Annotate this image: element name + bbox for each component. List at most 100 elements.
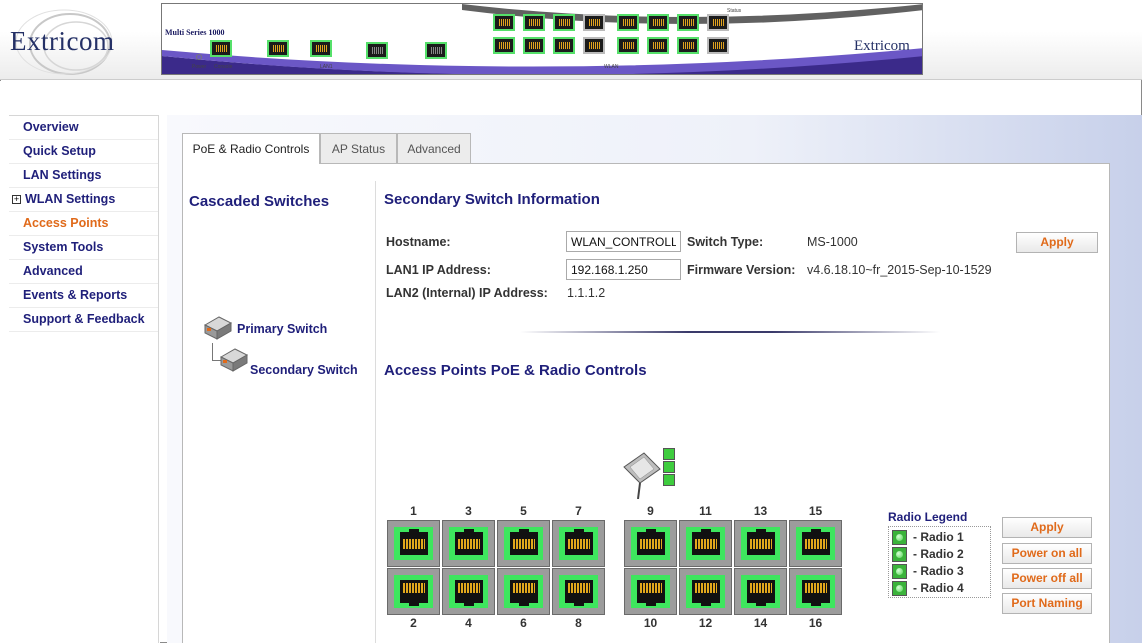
legend-item: - Radio 3 [891, 563, 989, 580]
panel-port [647, 14, 669, 31]
poe-port-16[interactable] [789, 568, 842, 615]
sidebar-item-overview[interactable]: Overview [9, 116, 158, 140]
legend-label: - Radio 4 [913, 581, 964, 595]
poe-port-6[interactable] [497, 568, 550, 615]
sidebar-item-wlan-settings[interactable]: + WLAN Settings [9, 188, 158, 212]
port-number: 10 [643, 616, 658, 630]
sidebar-item-lan-settings[interactable]: LAN Settings [9, 164, 158, 188]
poe-port-5[interactable] [497, 520, 550, 567]
poe-port-7[interactable] [552, 520, 605, 567]
port-number: 6 [520, 616, 527, 630]
tab-advanced[interactable]: Advanced [397, 133, 471, 163]
logo-text: Extricom [10, 26, 115, 56]
tab-ap-status[interactable]: AP Status [320, 133, 397, 163]
sidebar-item-access-points[interactable]: Access Points [9, 212, 158, 236]
port-number: 7 [575, 504, 582, 518]
sidebar-item-label: Quick Setup [23, 144, 96, 158]
header: Extricom Multi Series 1000 Power Console… [0, 0, 1142, 80]
sidebar-item-quick-setup[interactable]: Quick Setup [9, 140, 158, 164]
legend-label: - Radio 1 [913, 530, 964, 544]
poe-port-15[interactable] [789, 520, 842, 567]
panel-brand-label: Extricom [854, 38, 910, 54]
panel-port [493, 14, 515, 31]
switch-icon [203, 316, 233, 340]
port-number: 8 [575, 616, 582, 630]
legend-label: - Radio 2 [913, 547, 964, 561]
panel-port [523, 14, 545, 31]
port-number: 14 [753, 616, 768, 630]
port-number: 1 [410, 504, 417, 518]
tab-poe-radio-controls[interactable]: PoE & Radio Controls [182, 133, 320, 164]
sidebar-item-system-tools[interactable]: System Tools [9, 236, 158, 260]
poe-port-8[interactable] [552, 568, 605, 615]
poe-apply-button[interactable]: Apply [1002, 517, 1092, 538]
legend-item: - Radio 2 [891, 546, 989, 563]
panel-port [707, 37, 729, 54]
panel-status-label: Status [727, 8, 742, 14]
switch-info-title: Secondary Switch Information [384, 191, 600, 208]
port-number: 16 [808, 616, 823, 630]
radio-led-icon [892, 581, 907, 596]
panel-wlan-label: WLAN [604, 64, 619, 70]
radio-led-icon [892, 547, 907, 562]
firmware-value: v4.6.18.10~fr_2015-Sep-10-1529 [807, 263, 992, 277]
tree-primary-switch[interactable]: Primary Switch [237, 322, 327, 336]
poe-port-12[interactable] [679, 568, 732, 615]
poe-port-11[interactable] [679, 520, 732, 567]
switch-icon [219, 348, 249, 372]
power-led-icon [196, 54, 202, 60]
sidebar-item-label: Events & Reports [23, 288, 128, 302]
sidebar-item-label: Support & Feedback [23, 312, 145, 326]
logo: Extricom [6, 8, 146, 78]
port-number: 2 [410, 616, 417, 630]
cascaded-switches-title: Cascaded Switches [189, 193, 330, 210]
radio-led-icon [892, 564, 907, 579]
poe-port-2[interactable] [387, 568, 440, 615]
panel-port [617, 14, 639, 31]
sidebar-nav: Overview Quick Setup LAN Settings + WLAN … [9, 115, 159, 332]
power-on-all-button[interactable]: Power on all [1002, 543, 1092, 564]
legend-item: - Radio 1 [891, 529, 989, 546]
info-apply-button[interactable]: Apply [1016, 232, 1098, 253]
poe-port-1[interactable] [387, 520, 440, 567]
radio-led-icon [663, 461, 675, 473]
switch-type-value: MS-1000 [807, 235, 858, 249]
poe-port-14[interactable] [734, 568, 787, 615]
radio-status-leds [662, 447, 676, 487]
tree-secondary-switch[interactable]: Secondary Switch [250, 363, 358, 377]
lan1-ip-field[interactable] [566, 259, 681, 280]
panel-console-port [210, 40, 232, 57]
panel-console-label: Console [214, 64, 233, 70]
panel-port [583, 14, 605, 31]
expand-plus-icon[interactable]: + [12, 195, 21, 205]
panel-port [553, 14, 575, 31]
poe-port-13[interactable] [734, 520, 787, 567]
port-naming-button[interactable]: Port Naming [1002, 593, 1092, 614]
sidebar-item-events-reports[interactable]: Events & Reports [9, 284, 158, 308]
legend-label: - Radio 3 [913, 564, 964, 578]
panel-port [617, 37, 639, 54]
port-number: 15 [808, 504, 823, 518]
sidebar-item-label: Overview [23, 120, 79, 134]
power-off-all-button[interactable]: Power off all [1002, 568, 1092, 589]
content-divider [375, 181, 376, 643]
sidebar-item-advanced[interactable]: Advanced [9, 260, 158, 284]
firmware-label: Firmware Version: [687, 263, 796, 277]
sidebar-item-support-feedback[interactable]: Support & Feedback [9, 308, 158, 332]
panel-port [647, 37, 669, 54]
poe-port-9[interactable] [624, 520, 677, 567]
port-number: 9 [647, 504, 654, 518]
hostname-field[interactable] [566, 231, 681, 252]
poe-controls-title: Access Points PoE & Radio Controls [384, 362, 647, 379]
hostname-label: Hostname: [386, 235, 451, 249]
poe-port-3[interactable] [442, 520, 495, 567]
radio-legend-title: Radio Legend [888, 510, 968, 524]
radio-led-icon [663, 448, 675, 460]
poe-port-4[interactable] [442, 568, 495, 615]
panel-port [425, 42, 447, 59]
poe-port-10[interactable] [624, 568, 677, 615]
sidebar-item-label: Access Points [23, 216, 109, 230]
panel-port [366, 42, 388, 59]
lan1-ip-label: LAN1 IP Address: [386, 263, 491, 277]
port-number: 11 [699, 504, 712, 518]
